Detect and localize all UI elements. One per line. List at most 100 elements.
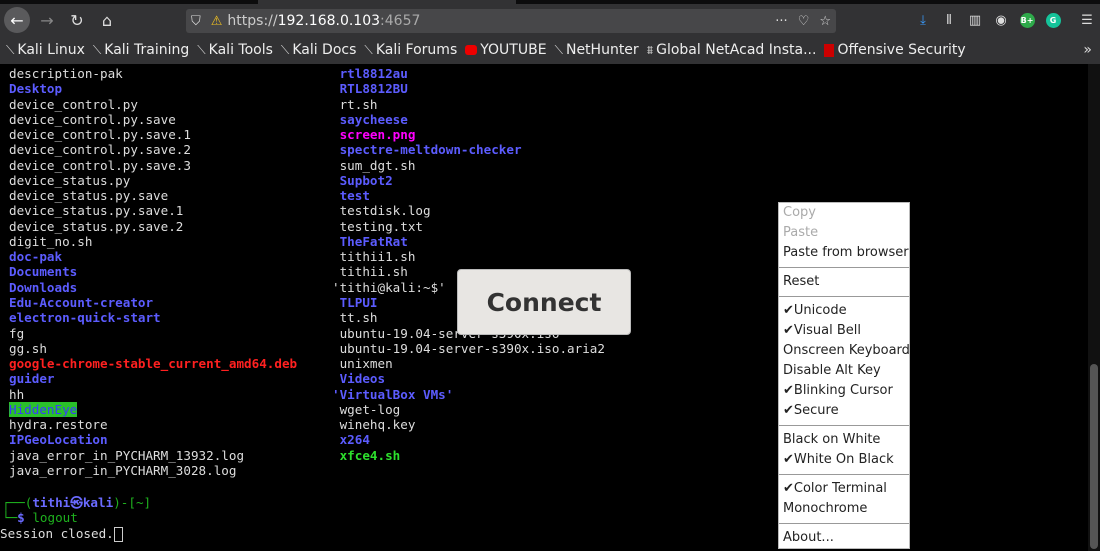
check-icon: ✔ bbox=[783, 323, 794, 338]
kali-icon: ⟍ bbox=[280, 42, 290, 57]
menu-separator bbox=[779, 296, 909, 297]
scrollbar[interactable] bbox=[1088, 64, 1100, 551]
insecure-lock-icon[interactable]: ⚠ bbox=[211, 14, 223, 29]
menu-icon[interactable]: ☰ bbox=[1074, 13, 1100, 28]
url-host: 192.168.0.103 bbox=[277, 13, 381, 29]
menu-item[interactable]: ✔Secure bbox=[779, 401, 909, 421]
file-entry: rtl8812au bbox=[332, 66, 408, 81]
command-text: logout bbox=[32, 510, 78, 526]
menu-item-label: Paste from browser bbox=[783, 245, 909, 260]
menu-item[interactable]: Paste bbox=[779, 223, 909, 243]
file-entry: winehq.key bbox=[332, 417, 416, 433]
file-entry: google-chrome-stable_current_amd64.deb bbox=[9, 356, 298, 372]
more-icon[interactable]: ··· bbox=[775, 14, 787, 29]
menu-item[interactable]: ✔Color Terminal bbox=[779, 479, 909, 499]
bookmark-item[interactable]: ⟍ Kali Training bbox=[93, 42, 189, 58]
file-entry: device_status.py.save.2 bbox=[9, 218, 184, 234]
bookmark-item[interactable]: ⟍ NetHunter bbox=[555, 42, 639, 58]
file-entry: 'VirtualBox VMs' bbox=[332, 386, 454, 402]
file-entry: description-pak bbox=[9, 66, 123, 81]
bookmark-item[interactable]: Offensive Security bbox=[824, 42, 966, 58]
menu-item[interactable]: Disable Alt Key bbox=[779, 361, 909, 381]
pocket-icon[interactable]: ♡ bbox=[798, 14, 810, 29]
bookmark-item[interactable]: ⟍ Kali Forums bbox=[364, 42, 457, 58]
file-entry: hydra.restore bbox=[9, 417, 108, 433]
file-entry: device_status.py.save.1 bbox=[9, 203, 184, 219]
check-icon: ✔ bbox=[783, 403, 794, 418]
sidebar-icon[interactable]: ▥ bbox=[962, 13, 988, 28]
offsec-icon bbox=[824, 43, 835, 57]
file-entry: Edu-Account-creator bbox=[9, 294, 154, 310]
menu-item-label: Secure bbox=[793, 403, 839, 418]
bookmark-label: Kali Tools bbox=[208, 42, 273, 58]
url-bar[interactable]: ⛉ ⚠ https://192.168.0.103:4657 ··· ♡ ☆ bbox=[186, 9, 836, 33]
file-entry: java_error_in_PYCHARM_13932.log bbox=[9, 447, 245, 463]
download-icon[interactable]: ⤓ bbox=[910, 13, 936, 28]
menu-item[interactable]: ✔Blinking Cursor bbox=[779, 381, 909, 401]
file-entry: screen.png bbox=[332, 127, 416, 143]
menu-item[interactable]: ✔Visual Bell bbox=[779, 321, 909, 341]
menu-item[interactable]: ✔White On Black bbox=[779, 450, 909, 470]
bookmark-label: YOUTUBE bbox=[480, 42, 547, 58]
file-entry: tithii1.sh bbox=[332, 249, 416, 265]
menu-item[interactable]: Copy bbox=[779, 203, 909, 223]
scrollbar-thumb[interactable] bbox=[1090, 364, 1098, 549]
bookmark-item[interactable]: YOUTUBE bbox=[465, 42, 547, 58]
extension-icon[interactable]: B+ bbox=[1014, 12, 1040, 28]
file-entry: test bbox=[332, 188, 370, 204]
menu-item[interactable]: Reset bbox=[779, 272, 909, 292]
connect-button[interactable]: Connect bbox=[457, 269, 631, 335]
file-entry: device_control.py.save.2 bbox=[9, 142, 191, 158]
check-icon: ✔ bbox=[783, 481, 794, 496]
menu-item[interactable]: Paste from browser bbox=[779, 243, 909, 263]
file-entry: sum_dgt.sh bbox=[332, 157, 416, 173]
account-icon[interactable]: ◉ bbox=[988, 13, 1014, 28]
grammarly-icon[interactable]: G bbox=[1040, 12, 1066, 28]
listing-column-1: description-pak Desktop device_control.py d… bbox=[9, 66, 297, 478]
bookmark-label: Kali Training bbox=[104, 42, 190, 58]
shield-icon[interactable]: ⛉ bbox=[191, 14, 201, 29]
kali-icon: ⟍ bbox=[92, 42, 102, 57]
menu-item[interactable]: Monochrome bbox=[779, 499, 909, 519]
reload-button[interactable]: ↻ bbox=[64, 7, 90, 33]
kali-icon: ⟍ bbox=[6, 42, 15, 57]
menu-item-label: Onscreen Keyboard bbox=[783, 343, 910, 358]
file-entry: Documents bbox=[9, 264, 78, 280]
menu-separator bbox=[779, 267, 909, 268]
menu-item-label: Copy bbox=[783, 205, 816, 220]
file-entry: digit_no.sh bbox=[9, 233, 93, 249]
file-entry: TheFatRat bbox=[332, 233, 408, 249]
bookmark-item[interactable]: ⟍ Kali Tools bbox=[197, 42, 273, 58]
menu-item[interactable]: Onscreen Keyboard bbox=[779, 341, 910, 361]
file-entry: IPGeoLocation bbox=[9, 432, 108, 448]
bookmark-item[interactable]: ⟍ Kali Docs bbox=[281, 42, 357, 58]
file-entry: electron-quick-start bbox=[9, 310, 161, 326]
file-entry: device_control.py.save bbox=[9, 111, 176, 127]
file-entry: unixmen bbox=[332, 356, 393, 372]
file-entry: java_error_in_PYCHARM_3028.log bbox=[9, 462, 237, 478]
menu-separator bbox=[779, 474, 909, 475]
menu-item[interactable]: About... bbox=[779, 528, 909, 548]
menu-item[interactable]: ✔Unicode bbox=[779, 301, 909, 321]
back-button[interactable]: ← bbox=[4, 7, 30, 33]
file-entry: testdisk.log bbox=[332, 203, 431, 219]
check-icon: ✔ bbox=[783, 452, 794, 467]
forward-button[interactable]: → bbox=[34, 7, 60, 33]
cursor bbox=[113, 526, 123, 542]
file-entry: TLPUI bbox=[332, 294, 378, 310]
home-button[interactable]: ⌂ bbox=[94, 7, 120, 33]
library-icon[interactable]: ⫴ bbox=[936, 13, 962, 28]
bookmark-item[interactable]: ⟍ Kali Linux bbox=[6, 42, 85, 58]
file-entry: 'tithi@kali:~$' bbox=[332, 279, 446, 295]
url-scheme: https:// bbox=[227, 13, 278, 29]
file-entry: spectre-meltdown-checker bbox=[332, 142, 522, 158]
file-entry: guider bbox=[9, 371, 55, 387]
menu-item-label: Monochrome bbox=[783, 501, 868, 516]
file-entry: device_control.py.save.1 bbox=[9, 127, 191, 143]
file-entry: testing.txt bbox=[332, 218, 423, 234]
bookmarks-overflow-icon[interactable]: » bbox=[1083, 42, 1092, 58]
menu-item[interactable]: Black on White bbox=[779, 430, 909, 450]
bookmark-item[interactable]: ⩩ Global NetAcad Insta... bbox=[647, 42, 817, 58]
bookmark-label: Kali Forums bbox=[375, 42, 458, 58]
bookmark-star-icon[interactable]: ☆ bbox=[819, 14, 831, 29]
